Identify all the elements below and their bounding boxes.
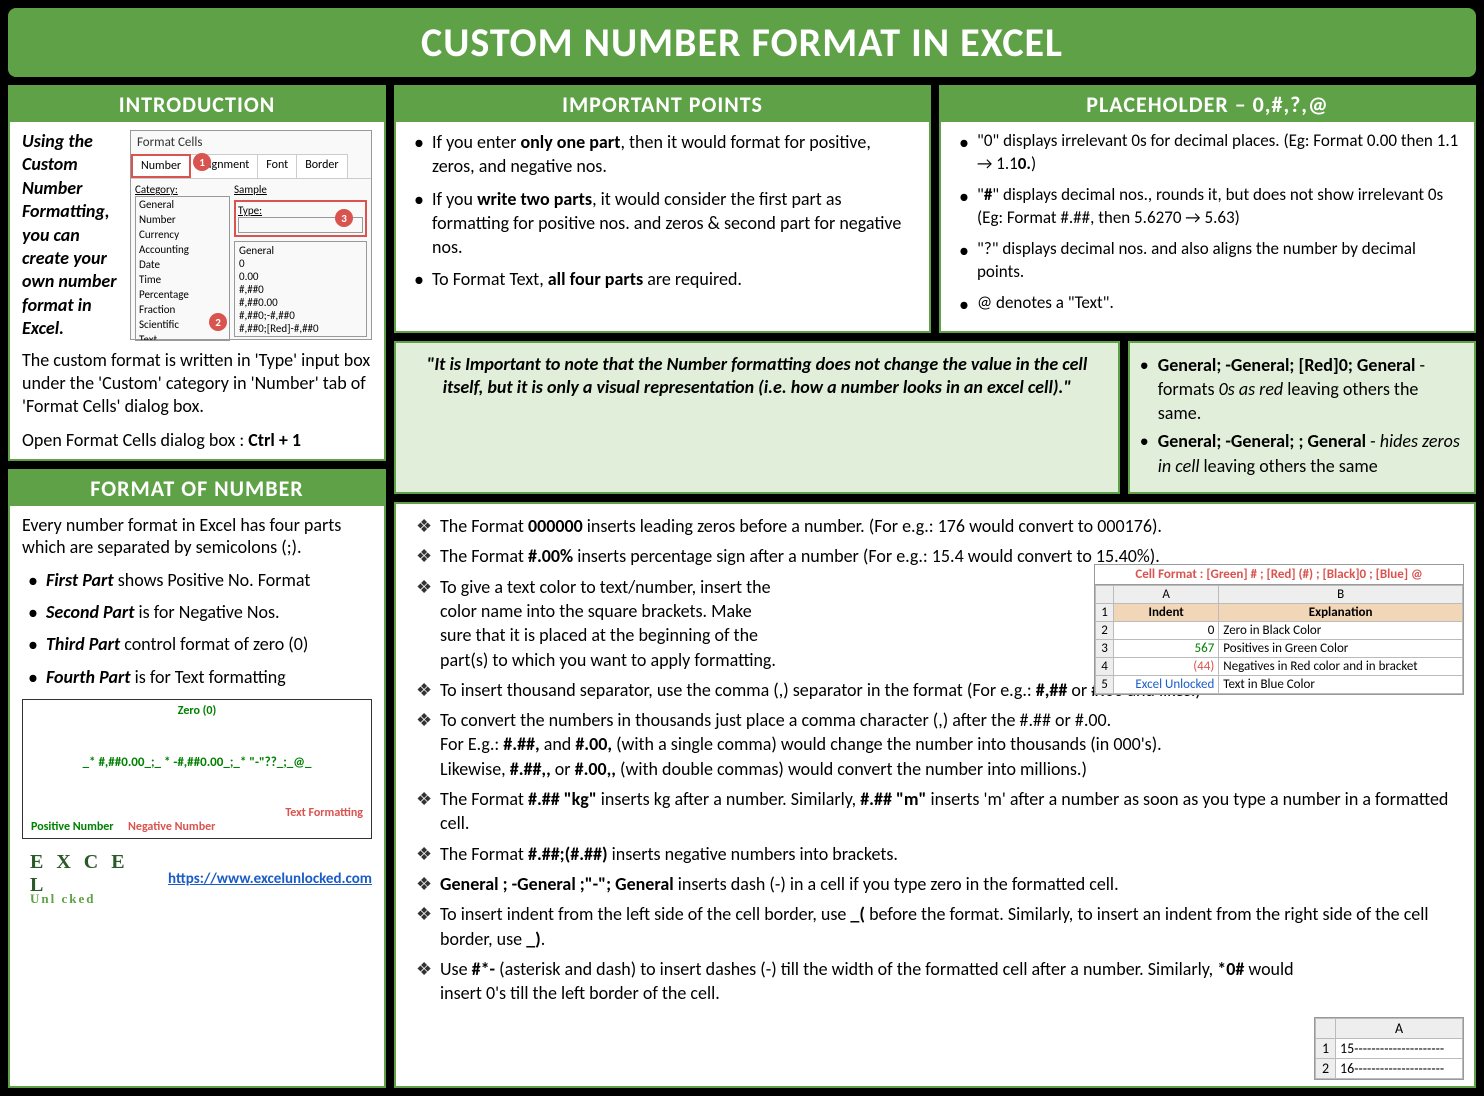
- tips-panel: The Format 000000 inserts leading zeros …: [394, 502, 1476, 1088]
- category-item: Accounting: [136, 242, 229, 257]
- part-item: Fourth Part is for Text formatting: [28, 665, 372, 689]
- tab-number: Number: [131, 154, 191, 178]
- tip-item: To convert the numbers in thousands just…: [416, 708, 1460, 781]
- format-of-number-panel: FORMAT OF NUMBER Every number format in …: [8, 469, 386, 1088]
- part-item: Second Part is for Negative Nos.: [28, 600, 372, 624]
- color-row: 4(44)Negatives in Red color and in brack…: [1096, 658, 1463, 676]
- category-item: Number: [136, 212, 229, 227]
- sample-item: General: [237, 244, 364, 257]
- color-row: 5Excel UnlockedText in Blue Color: [1096, 676, 1463, 694]
- dialog-title: Format Cells: [131, 131, 371, 154]
- badge-2: 2: [209, 313, 227, 331]
- head-indent: Indent: [1114, 604, 1219, 622]
- placeholder-panel: PLACEHOLDER – 0,#,?,@ "0" displays irrel…: [939, 85, 1476, 333]
- intro-panel: INTRODUCTION Using the Custom Number For…: [8, 85, 386, 461]
- placeholder-item: @ denotes a "Text".: [959, 292, 1462, 315]
- format-header: FORMAT OF NUMBER: [10, 471, 384, 506]
- diagram-positive-label: Positive Number: [31, 820, 114, 834]
- category-label: Category:: [135, 183, 230, 196]
- title-bar: CUSTOM NUMBER FORMAT IN EXCEL: [8, 8, 1476, 77]
- intro-lead: Using the Custom Number Formatting, you …: [22, 130, 122, 341]
- placeholder-item: "0" displays irrelevant 0s for decimal p…: [959, 130, 1462, 176]
- sample-item: #,##0.00: [237, 296, 364, 309]
- category-item: Percentage: [136, 287, 229, 302]
- shortcut-key: Ctrl + 1: [248, 429, 301, 451]
- category-item: Date: [136, 257, 229, 272]
- category-item: Time: [136, 272, 229, 287]
- badge-1: 1: [193, 153, 211, 171]
- tab-border: Border: [296, 154, 347, 178]
- format-desc: Every number format in Excel has four pa…: [22, 514, 372, 558]
- placeholder-example: General; -General; [Red]0; General - for…: [1140, 353, 1464, 426]
- color-table-title: Cell Format : [Green] # ; [Red] (#) ; [B…: [1095, 565, 1463, 585]
- important-panel: IMPORTANT POINTS If you enter only one p…: [394, 85, 931, 333]
- category-item: General: [136, 197, 229, 212]
- placeholder-header: PLACEHOLDER – 0,#,?,@: [941, 87, 1474, 122]
- important-list: If you enter only one part, then it woul…: [408, 130, 917, 292]
- color-row: 20Zero in Black Color: [1096, 622, 1463, 640]
- col-b: B: [1219, 586, 1463, 604]
- important-header: IMPORTANT POINTS: [396, 87, 929, 122]
- intro-header: INTRODUCTION: [10, 87, 384, 122]
- shortcut-line: Open Format Cells dialog box : Ctrl + 1: [22, 429, 372, 451]
- page-title: CUSTOM NUMBER FORMAT IN EXCEL: [28, 18, 1456, 67]
- sample-item: #,##0;[Red]-#,##0: [237, 322, 364, 335]
- logo: E X C E L Unl cked: [22, 847, 160, 911]
- diagram-negative-label: Negative Number: [128, 820, 215, 834]
- tip-item: The Format 000000 inserts leading zeros …: [416, 514, 1460, 538]
- important-item: If you enter only one part, then it woul…: [414, 130, 917, 179]
- diagram-text-label: Text Formatting: [285, 806, 363, 820]
- format-samples: General00.00#,##0#,##0.00#,##0;-#,##0#,#…: [234, 241, 367, 337]
- format-diagram: Zero (0) _* #,##0.00_;_ * -#,##0.00_;_* …: [22, 699, 372, 839]
- head-explanation: Explanation: [1219, 604, 1463, 622]
- dash-row: 216---------------------: [1316, 1059, 1463, 1079]
- tab-font: Font: [257, 154, 297, 178]
- dash-fill-table: A 115---------------------216-----------…: [1314, 1017, 1464, 1080]
- badge-3: 3: [335, 209, 353, 227]
- category-item: Text: [136, 332, 229, 341]
- logo-top: E X C E L: [30, 851, 129, 896]
- shortcut-label: Open Format Cells dialog box :: [22, 429, 248, 451]
- color-row: 3567Positives in Green Color: [1096, 640, 1463, 658]
- placeholder-item: "?" displays decimal nos. and also align…: [959, 238, 1462, 284]
- sample-item: 0.00: [237, 270, 364, 283]
- placeholder-list: "0" displays irrelevant 0s for decimal p…: [953, 130, 1462, 315]
- intro-desc: The custom format is written in 'Type' i…: [22, 349, 372, 419]
- parts-list: First Part shows Positive No. Format Seco…: [22, 568, 372, 689]
- tip-item: Use #*- (asterisk and dash) to insert da…: [416, 957, 1460, 1006]
- placeholder-item: "#" displays decimal nos., rounds it, bu…: [959, 184, 1462, 230]
- website-link[interactable]: https://www.excelunlocked.com: [168, 870, 372, 888]
- tip-item: To insert indent from the left side of t…: [416, 902, 1460, 951]
- placeholder-examples-list: General; -General; [Red]0; General - for…: [1140, 353, 1464, 478]
- col-a: A: [1114, 586, 1219, 604]
- dash-row: 115---------------------: [1316, 1039, 1463, 1059]
- diagram-zero-label: Zero (0): [178, 704, 216, 718]
- color-format-table: Cell Format : [Green] # ; [Red] (#) ; [B…: [1094, 564, 1464, 695]
- sample-item: #,##0: [237, 283, 364, 296]
- part-item: Third Part control format of zero (0): [28, 632, 372, 656]
- tip-item: The Format #.##;(#.##) inserts negative …: [416, 842, 1460, 866]
- diagram-code: _* #,##0.00_;_ * -#,##0.00_;_* "-"??_;_@…: [23, 755, 371, 770]
- important-item: If you write two parts, it would conside…: [414, 187, 917, 260]
- sample-label: Sample: [234, 183, 367, 196]
- format-cells-dialog-image: Format Cells Number Alignment Font Borde…: [130, 130, 372, 340]
- tip-item: The Format #.## "kg" inserts kg after a …: [416, 787, 1460, 836]
- dash-col: A: [1336, 1019, 1463, 1039]
- tip-item: General ; -General ;"-"; General inserts…: [416, 872, 1460, 896]
- placeholder-example: General; -General; ; General - hides zer…: [1140, 429, 1464, 478]
- important-item: To Format Text, all four parts are requi…: [414, 267, 917, 291]
- category-item: Currency: [136, 227, 229, 242]
- part-item: First Part shows Positive No. Format: [28, 568, 372, 592]
- important-note: "It is Important to note that the Number…: [394, 341, 1120, 494]
- sample-item: 0: [237, 257, 364, 270]
- placeholder-examples: General; -General; [Red]0; General - for…: [1128, 341, 1476, 494]
- sample-item: #,##0;-#,##0: [237, 309, 364, 322]
- logo-bottom: Unl cked: [30, 891, 152, 907]
